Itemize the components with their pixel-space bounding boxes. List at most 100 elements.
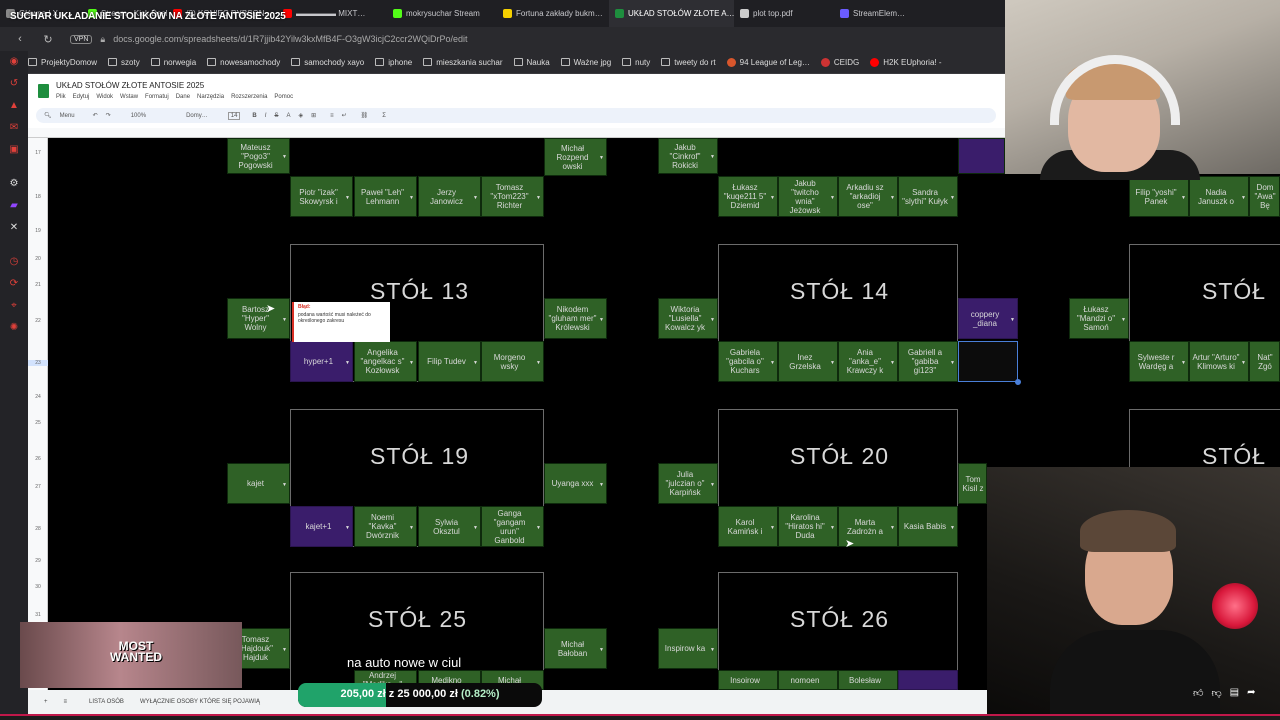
chevron-down-icon[interactable]: ▼ — [282, 646, 287, 655]
notes-icon[interactable]: ▣ — [7, 144, 21, 156]
chevron-down-icon[interactable]: ▼ — [950, 359, 955, 368]
chevron-down-icon[interactable]: ▼ — [536, 359, 541, 368]
chevron-down-icon[interactable]: ▼ — [345, 524, 350, 533]
seat-dropdown[interactable] — [898, 670, 958, 690]
chevron-down-icon[interactable]: ▼ — [599, 646, 604, 655]
chevron-down-icon[interactable]: ▼ — [536, 524, 541, 533]
browser-tab[interactable]: plot top.pdf — [734, 0, 834, 27]
chevron-down-icon[interactable]: ▼ — [1181, 194, 1186, 203]
row-number[interactable]: 27 — [28, 484, 48, 490]
seat-dropdown[interactable]: Ganga "gangam urun" Ganbold ▼ — [481, 506, 544, 547]
seat-dropdown[interactable]: hyper+1 ▼ — [290, 341, 353, 382]
chevron-down-icon[interactable]: ▼ — [536, 194, 541, 203]
row-number[interactable]: 30 — [28, 584, 48, 590]
chevron-down-icon[interactable]: ▼ — [1241, 359, 1246, 368]
back-icon[interactable]: ‹ — [12, 33, 28, 45]
function-icon[interactable]: Σ — [382, 113, 386, 119]
row-number[interactable]: 18 — [28, 194, 48, 200]
row-number[interactable]: 21 — [28, 282, 48, 288]
seat-dropdown[interactable]: Wiktoria "Lusiella" Kowalcz yk ▼ — [658, 298, 718, 339]
row-number[interactable]: 17 — [28, 150, 48, 156]
clock-icon[interactable]: ◷ — [7, 256, 21, 268]
downloads-icon[interactable]: ▲ — [7, 100, 21, 112]
menu-item[interactable]: Widok — [96, 94, 113, 100]
chevron-down-icon[interactable]: ▼ — [950, 194, 955, 203]
row-number[interactable]: 19 — [28, 228, 48, 234]
bookmark[interactable]: H2K EUphoria! - — [870, 57, 942, 67]
row-number-selected[interactable]: 23 — [28, 360, 48, 366]
chevron-down-icon[interactable]: ▼ — [830, 359, 835, 368]
seat-dropdown[interactable]: Filip Tudev ▼ — [418, 341, 481, 382]
chevron-down-icon[interactable]: ▼ — [282, 481, 287, 490]
chevron-down-icon[interactable]: ▼ — [599, 481, 604, 490]
twitch-icon[interactable]: ▰ — [7, 200, 21, 212]
font-select[interactable]: Domy… — [186, 113, 208, 119]
seat-dropdown[interactable]: Sylwia Oksztul ▼ — [418, 506, 481, 547]
undo-icon[interactable]: ↶ — [93, 112, 98, 119]
chevron-down-icon[interactable]: ▼ — [770, 194, 775, 203]
chevron-down-icon[interactable]: ▼ — [409, 359, 414, 368]
seat-dropdown[interactable]: Noemi "Kavka" Dwórznik ▼ — [354, 506, 417, 547]
browser-tab-active[interactable]: UKŁAD STOŁÓW ZŁOTE A… — [609, 0, 734, 27]
sheets-logo-icon[interactable] — [38, 84, 49, 98]
seat-dropdown[interactable]: Gabriela "gabcila o" Kuchars ▼ — [718, 341, 778, 382]
menu-item[interactable]: Edytuj — [73, 94, 90, 100]
dislike-icon[interactable]: 👎︎ — [1211, 687, 1221, 699]
chevron-down-icon[interactable]: ▼ — [710, 316, 715, 325]
menu-item[interactable]: Wstaw — [120, 94, 138, 100]
menu-item[interactable]: Formatuj — [145, 94, 169, 100]
row-number[interactable]: 28 — [28, 526, 48, 532]
chevron-down-icon[interactable]: ▼ — [830, 524, 835, 533]
menu-item[interactable]: Plik — [56, 94, 66, 100]
seat-dropdown[interactable]: kajet ▼ — [227, 463, 290, 504]
chevron-down-icon[interactable]: ▼ — [345, 359, 350, 368]
chevron-down-icon[interactable]: ▼ — [710, 153, 715, 162]
link-icon[interactable]: ⛓ — [361, 112, 369, 119]
seat-dropdown[interactable]: Łukasz "Mandzi o" Samoń ▼ — [1069, 298, 1129, 339]
add-sheet-icon[interactable]: + — [44, 699, 48, 705]
chevron-down-icon[interactable]: ▼ — [770, 524, 775, 533]
selection-handle[interactable] — [1015, 379, 1021, 385]
bold-icon[interactable]: B — [252, 113, 256, 119]
seat-dropdown[interactable]: kajet+1 ▼ — [290, 506, 353, 547]
seat-dropdown[interactable]: Tom Kisil z — [958, 463, 987, 504]
chevron-down-icon[interactable]: ▼ — [599, 316, 604, 325]
row-number[interactable]: 20 — [28, 256, 48, 262]
row-number[interactable]: 31 — [28, 612, 48, 618]
chevron-down-icon[interactable]: ▼ — [1181, 359, 1186, 368]
seat-dropdown[interactable]: Ania "anka_e" Krawczy k ▼ — [838, 341, 898, 382]
seat-dropdown[interactable]: Uyanga xxx ▼ — [544, 463, 607, 504]
bookmark[interactable]: ProjektyDomow — [28, 58, 97, 67]
messenger-icon[interactable]: ◉ — [7, 56, 21, 68]
chevron-down-icon[interactable]: ▼ — [473, 359, 478, 368]
browser-tab[interactable]: ▬▬▬▬▬ MIXT… — [277, 0, 387, 27]
seat-dropdown[interactable]: Gabriell a "gabiba gi123" ▼ — [898, 341, 958, 382]
browser-tab[interactable]: Fortuna zakłady bukm… — [497, 0, 609, 27]
browser-tab[interactable]: mokrysuchar Stream — [387, 0, 497, 27]
seat-dropdown[interactable]: Mateusz "Pogo3" Pogowski ▼ — [227, 138, 290, 174]
refresh-icon[interactable]: ⟳ — [7, 278, 21, 290]
bookmark[interactable]: Nauka — [513, 58, 550, 67]
seat-dropdown[interactable]: nomoen — [778, 670, 838, 690]
menu-item[interactable]: Narzędzia — [197, 94, 224, 100]
bookmark[interactable]: iphone — [375, 58, 412, 67]
selected-cell[interactable] — [958, 341, 1018, 382]
x-icon[interactable]: ✕ — [7, 222, 21, 234]
sheet-tab[interactable]: LISTA OSÓB — [89, 699, 124, 705]
document-title[interactable]: UKŁAD STOŁÓW ZŁOTE ANTOSIE 2025 — [56, 81, 204, 90]
seat-dropdown[interactable]: Jakub "Cinkrof" Rokicki ▼ — [658, 138, 718, 174]
seat-dropdown[interactable]: Artur "Arturo" Klimows ki ▼ — [1189, 341, 1249, 382]
seat-dropdown[interactable]: Karolina "Hiratos hi" Duda ▼ — [778, 506, 838, 547]
seat-dropdown[interactable]: Filip "yoshi" Panek ▼ — [1129, 176, 1189, 217]
fill-color-icon[interactable]: ◈ — [298, 112, 303, 119]
bookmark[interactable]: nowesamochody — [207, 58, 280, 67]
chevron-down-icon[interactable]: ▼ — [345, 194, 350, 203]
bookmark[interactable]: norwegia — [150, 58, 196, 67]
bookmark[interactable]: tweety do rt — [661, 58, 716, 67]
history-icon[interactable]: ↺ — [7, 78, 21, 90]
menu-item[interactable]: Dane — [176, 94, 190, 100]
row-number[interactable]: 22 — [28, 318, 48, 324]
seat-dropdown[interactable]: Inez Grzelska ▼ — [778, 341, 838, 382]
seat-dropdown[interactable]: Sandra "slythi" Kułyk ▼ — [898, 176, 958, 217]
redo-icon[interactable]: ↷ — [106, 112, 111, 119]
